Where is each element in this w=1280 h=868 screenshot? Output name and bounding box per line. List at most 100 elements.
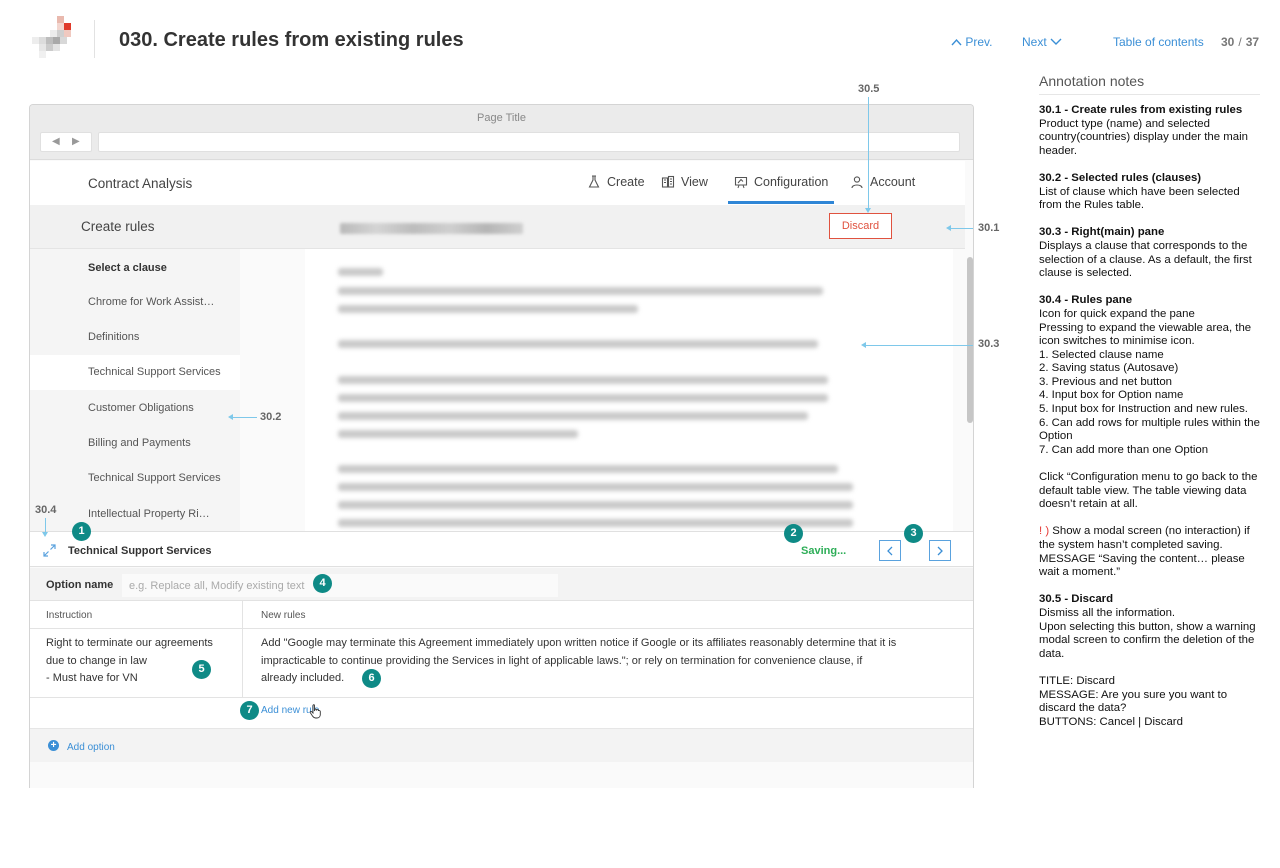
blurred-product-name <box>340 223 523 234</box>
option-name-label: Option name <box>46 579 114 591</box>
modal-title-spec: TITLE: Discard <box>1039 674 1115 687</box>
building-icon <box>661 175 675 188</box>
annotation-heading: 30.3 - Right(main) pane <box>1039 226 1165 239</box>
add-option-link[interactable]: Add option <box>67 742 115 753</box>
annotation-modal-spec: TITLE: Discard MESSAGE: Are you sure you… <box>1039 675 1265 729</box>
warning-text: Show a modal screen (no interaction) if … <box>1039 525 1250 551</box>
annotation-text: Displays a clause that corresponds to th… <box>1039 239 1252 280</box>
forward-arrow-icon[interactable]: ▶ <box>72 136 80 147</box>
blurred-text-line <box>338 412 808 420</box>
rules-table: Instruction New rules Right to terminate… <box>30 601 973 728</box>
blurred-text-line <box>338 519 853 527</box>
table-divider <box>30 697 973 698</box>
saving-status: Saving... <box>801 545 847 557</box>
modal-message-spec: MESSAGE: Are you sure you want to discar… <box>1039 688 1228 715</box>
annotation-list-item: 3. Previous and net button <box>1039 375 1172 388</box>
sidebar-item-clause-selected[interactable]: Technical Support Services <box>30 355 240 390</box>
menu-label: Configuration <box>754 175 829 189</box>
annotation-divider <box>1039 94 1260 95</box>
blurred-text-line <box>338 340 818 348</box>
instruction-line: Right to terminate our agreements <box>46 637 213 649</box>
callout-30-5: 30.5 <box>858 83 880 95</box>
menu-configuration[interactable]: Configuration <box>734 175 828 189</box>
badge-7: 7 <box>240 701 259 720</box>
annotation-heading: 30.1 - Create rules from existing rules <box>1039 104 1243 116</box>
address-bar[interactable] <box>98 132 960 152</box>
next-page-link[interactable]: Next <box>1022 35 1062 49</box>
app-name: Contract Analysis <box>88 176 193 191</box>
blurred-text-line <box>338 376 828 384</box>
callout-30-2: 30.2 <box>260 411 282 423</box>
browser-nav-buttons[interactable]: ◀ ▶ <box>40 132 92 152</box>
annotation-list-item: 5. Input box for Instruction and new rul… <box>1039 403 1248 416</box>
browser-chrome: Page Title ◀ ▶ <box>30 105 973 160</box>
blurred-text-line <box>338 268 383 276</box>
callout-30-1: 30.1 <box>978 222 1000 234</box>
clause-content-pane <box>305 249 953 531</box>
annotation-list-item: 6. Can add rows for multiple rules withi… <box>1039 416 1260 443</box>
option-name-input[interactable] <box>122 574 558 597</box>
annotation-section-30-5: 30.5 - Discard Dismiss all the informati… <box>1039 593 1265 661</box>
plus-circle-icon[interactable]: + <box>48 740 59 751</box>
callout-line <box>868 97 869 209</box>
page-current: 30 <box>1221 35 1235 49</box>
annotation-heading: 30.5 - Discard <box>1039 593 1114 606</box>
table-of-contents-link[interactable]: Table of contents <box>1113 35 1204 49</box>
sidebar-item-clause[interactable]: Technical Support Services <box>30 461 240 496</box>
menu-label: Account <box>870 175 916 189</box>
page-counter: 30/37 <box>1221 35 1259 49</box>
sidebar-item-clause[interactable]: Definitions <box>30 320 240 355</box>
new-rule-field[interactable]: Add "Google may terminate this Agreement… <box>261 635 901 688</box>
rules-pane: Technical Support Services Saving... Opt… <box>30 531 973 788</box>
sidebar-item-clause[interactable]: Customer Obligations <box>30 391 240 426</box>
badge-5: 5 <box>192 660 211 679</box>
annotation-warning: ! ) Show a modal screen (no interaction)… <box>1039 525 1265 579</box>
annotation-list-item: 2. Saving status (Autosave) <box>1039 362 1179 375</box>
annotation-text: Product type (name) and selected country… <box>1039 117 1248 157</box>
content-scrollbar[interactable] <box>967 257 973 423</box>
sidebar-item-clause[interactable]: Billing and Payments <box>30 426 240 461</box>
page-title: 030. Create rules from existing rules <box>119 29 464 51</box>
discard-button[interactable]: Discard <box>829 213 892 239</box>
config-icon <box>734 176 748 189</box>
badge-2: 2 <box>784 524 803 543</box>
modal-buttons-spec: BUTTONS: Cancel | Discard <box>1039 715 1183 728</box>
annotation-list-item: 7. Can add more than one Option <box>1039 443 1209 456</box>
sidebar-heading: Select a clause <box>88 262 167 274</box>
chevron-left-icon <box>887 546 893 555</box>
annotation-text: Icon for quick expand the pane <box>1039 307 1195 320</box>
sidebar-item-clause[interactable]: Intellectual Property Ri… <box>30 497 240 532</box>
back-arrow-icon[interactable]: ◀ <box>52 136 60 147</box>
menu-create[interactable]: Create <box>587 175 645 189</box>
clause-sidebar: Select a clause Chrome for Work Assist… … <box>30 249 240 531</box>
chevron-right-icon <box>937 546 943 555</box>
menu-view[interactable]: View <box>661 175 708 189</box>
previous-button[interactable] <box>879 540 901 561</box>
annotation-heading: 30.4 - Rules pane <box>1039 294 1133 307</box>
warning-message: MESSAGE “Saving the content… please wait… <box>1039 552 1245 579</box>
table-divider <box>30 628 973 629</box>
menu-account[interactable]: Account <box>850 175 915 189</box>
column-header-instruction: Instruction <box>46 610 93 621</box>
annotation-section-30-4: 30.4 - Rules pane Icon for quick expand … <box>1039 294 1265 457</box>
blurred-text-line <box>338 430 578 438</box>
sidebar-item-clause[interactable]: Chrome for Work Assist… <box>30 285 240 320</box>
chevron-up-icon <box>951 38 962 46</box>
selected-clause-name: Technical Support Services <box>68 545 212 557</box>
annotation-note: Click “Configuration menu to go back to … <box>1039 471 1258 511</box>
next-button[interactable] <box>929 540 951 561</box>
expand-icon[interactable] <box>42 543 57 558</box>
rules-pane-header: Technical Support Services Saving... <box>30 531 973 567</box>
warning-mark: ! ) <box>1039 525 1050 538</box>
prev-page-link[interactable]: Prev. <box>951 35 992 49</box>
annotation-title: Annotation notes <box>1039 73 1145 89</box>
annotation-section-30-1: 30.1 - Create rules from existing rules … <box>1039 104 1265 158</box>
next-label: Next <box>1022 35 1047 49</box>
annotation-text: List of clause which have been selected … <box>1039 185 1240 212</box>
header-divider <box>94 20 95 58</box>
mockup-window: Page Title ◀ ▶ Contract Analysis Create … <box>29 104 974 788</box>
option-name-row: Option name <box>30 568 973 601</box>
flask-icon <box>588 175 600 188</box>
annotation-text: Dismiss all the information. <box>1039 606 1176 619</box>
page-sep: / <box>1238 35 1242 49</box>
